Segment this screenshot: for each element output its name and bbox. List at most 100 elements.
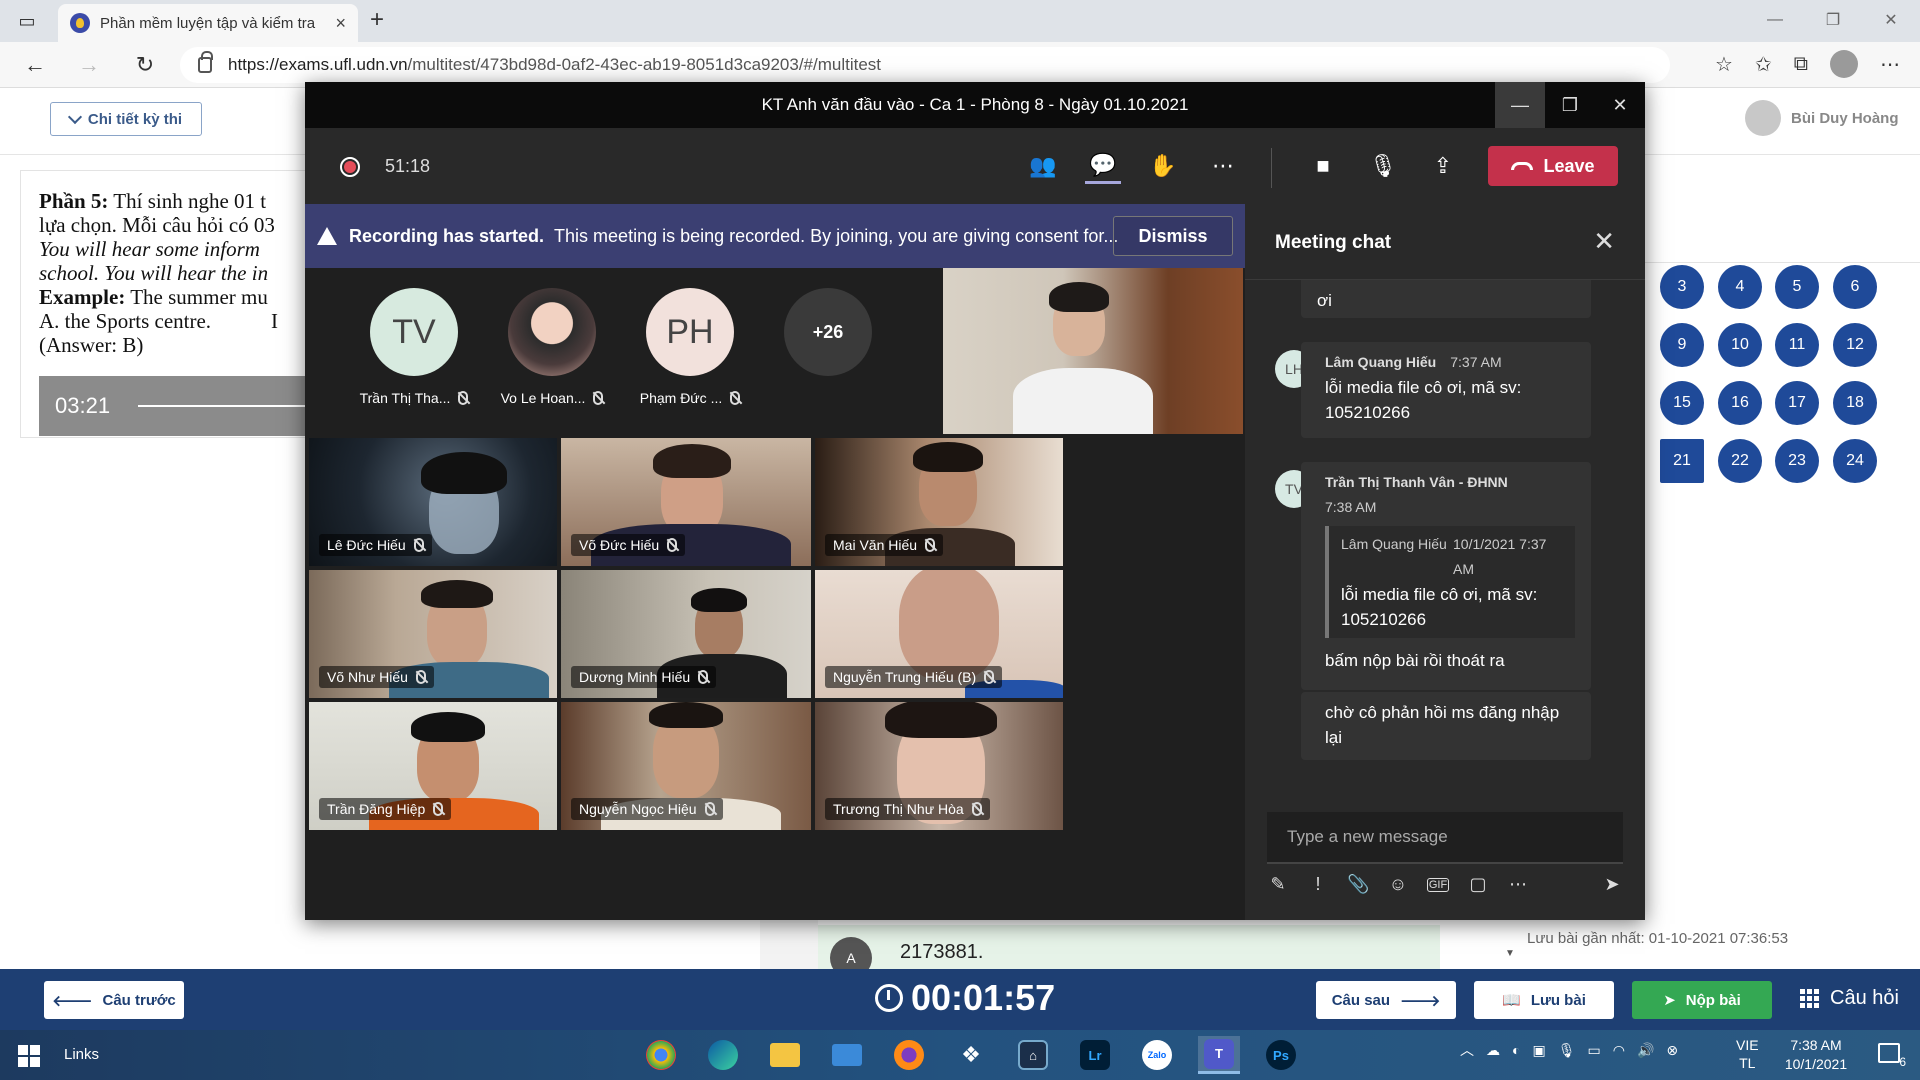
question-number-button[interactable]: 5 (1775, 265, 1819, 309)
close-tab-icon[interactable]: × (335, 13, 346, 34)
more-options-icon[interactable]: ⋯ (1507, 874, 1529, 895)
volume-icon[interactable]: 🔊 (1637, 1042, 1654, 1059)
more-menu-icon[interactable]: ⋯ (1880, 52, 1900, 77)
format-icon[interactable]: ✎ (1267, 874, 1289, 895)
video-tile[interactable]: Trần Đăng Hiệp (309, 702, 557, 830)
video-tile[interactable]: Võ Như Hiếu (309, 570, 557, 698)
send-icon[interactable]: ➤ (1601, 874, 1623, 895)
share-screen-icon[interactable]: ⇪ (1425, 148, 1461, 184)
taskbar-clock[interactable]: 7:38 AM 10/1/2021 (1776, 1036, 1856, 1074)
more-participants[interactable]: +26 (763, 288, 893, 376)
question-number-button[interactable]: 22 (1718, 439, 1762, 483)
favorites-icon[interactable]: ✩ (1755, 52, 1772, 77)
question-number-button[interactable]: 24 (1833, 439, 1877, 483)
chat-icon[interactable]: 💬 (1085, 148, 1121, 184)
video-tile[interactable]: Lê Đức Hiếu (309, 438, 557, 566)
minimize-icon[interactable]: — (1746, 0, 1804, 40)
message-compose-input[interactable]: Type a new message (1267, 812, 1623, 864)
file-explorer-icon[interactable] (764, 1036, 806, 1074)
question-number-button[interactable]: 6 (1833, 265, 1877, 309)
questions-menu-button[interactable]: Câu hỏi (1800, 987, 1899, 1010)
scroll-down-icon[interactable]: ▼ (1505, 948, 1515, 959)
back-icon[interactable]: ← (20, 51, 50, 79)
video-tile-featured[interactable] (943, 268, 1243, 434)
more-actions-icon[interactable]: ⋯ (1205, 148, 1241, 184)
video-tile[interactable]: Mai Văn Hiếu (815, 438, 1063, 566)
video-tile[interactable]: Nguyễn Trung Hiếu (B) (815, 570, 1063, 698)
close-chat-icon[interactable]: ✕ (1593, 226, 1615, 257)
windows-start-icon[interactable] (18, 1045, 40, 1067)
participants-icon[interactable]: 👥 (1025, 148, 1061, 184)
important-icon[interactable]: ! (1307, 874, 1329, 895)
save-button[interactable]: 📖 Lưu bài (1474, 981, 1614, 1019)
raise-hand-icon[interactable]: ✋ (1145, 148, 1181, 184)
maximize-icon[interactable]: ❐ (1804, 0, 1862, 40)
device-icon[interactable]: ▣ (1532, 1042, 1545, 1059)
browser-tab[interactable]: Phần mềm luyện tập và kiểm tra × (58, 4, 358, 42)
prev-question-button[interactable]: 🡐 Câu trước (44, 981, 184, 1019)
camera-icon[interactable]: ■ (1305, 148, 1341, 184)
wifi-icon[interactable]: ◠ (1613, 1042, 1625, 1059)
question-number-button[interactable]: 4 (1718, 265, 1762, 309)
emoji-icon[interactable]: ☺ (1387, 874, 1409, 895)
links-toolbar[interactable]: Links (64, 1046, 99, 1063)
mail-icon[interactable] (826, 1036, 868, 1074)
battery-icon[interactable]: ▭ (1587, 1042, 1600, 1059)
teams-icon[interactable]: T (1198, 1036, 1240, 1074)
video-tile[interactable]: Võ Đức Hiếu (561, 438, 811, 566)
zalo-icon[interactable]: Zalo (1136, 1036, 1178, 1074)
dropbox-icon[interactable]: ❖ (950, 1036, 992, 1074)
question-number-button[interactable]: 9 (1660, 323, 1704, 367)
onedrive-icon[interactable]: ☁ (1486, 1042, 1500, 1059)
chrome-icon[interactable] (640, 1036, 682, 1074)
question-number-button[interactable]: 11 (1775, 323, 1819, 367)
gif-icon[interactable]: GIF (1427, 877, 1449, 892)
meeting-minimize-icon[interactable]: — (1495, 82, 1545, 128)
collections-icon[interactable]: ⧉ (1794, 53, 1808, 76)
meeting-close-icon[interactable]: ✕ (1595, 82, 1645, 128)
audio-progress-track[interactable] (138, 405, 309, 407)
meeting-restore-icon[interactable]: ❐ (1545, 82, 1595, 128)
question-number-button[interactable]: 12 (1833, 323, 1877, 367)
user-chip[interactable]: Bùi Duy Hoàng (1745, 100, 1899, 136)
forward-icon[interactable]: → (74, 51, 104, 79)
participant-avatar[interactable]: TV Trần Thị Tha... (349, 288, 479, 406)
profile-avatar[interactable] (1830, 50, 1858, 78)
leave-button[interactable]: Leave (1488, 146, 1618, 186)
microphone-icon[interactable]: 🎙 (1558, 1042, 1576, 1059)
question-number-button[interactable]: 18 (1833, 381, 1877, 425)
mic-off-icon[interactable]: 🎙 (1365, 148, 1401, 184)
new-tab-icon[interactable]: + (370, 6, 384, 34)
question-number-button[interactable]: 10 (1718, 323, 1762, 367)
question-number-button[interactable]: 15 (1660, 381, 1704, 425)
quoted-message[interactable]: Lâm Quang Hiếu 10/1/2021 7:37 AM lỗi medi… (1325, 526, 1575, 638)
sticker-icon[interactable]: ▢ (1467, 874, 1489, 895)
participant-avatar[interactable]: PH Phạm Đức ... (625, 288, 755, 406)
refresh-icon[interactable]: ↻ (130, 51, 160, 79)
close-circle-icon[interactable]: ⊗ (1666, 1042, 1678, 1059)
attach-icon[interactable]: 📎 (1347, 874, 1369, 895)
question-number-button[interactable]: 17 (1775, 381, 1819, 425)
question-number-button[interactable]: 3 (1660, 265, 1704, 309)
close-window-icon[interactable]: ✕ (1862, 0, 1920, 40)
question-number-button[interactable]: 16 (1718, 381, 1762, 425)
shield-app-icon[interactable]: ⌂ (1012, 1036, 1054, 1074)
tray-expand-icon[interactable]: ︿ (1460, 1040, 1474, 1060)
notification-center-icon[interactable]: 6 (1878, 1043, 1906, 1069)
next-question-button[interactable]: Câu sau 🡒 (1316, 981, 1456, 1019)
favorite-star-icon[interactable]: ☆ (1715, 52, 1733, 77)
photoshop-icon[interactable]: Ps (1260, 1036, 1302, 1074)
edge-icon[interactable] (702, 1036, 744, 1074)
question-number-button[interactable]: 21 (1660, 439, 1704, 483)
exam-detail-button[interactable]: Chi tiết kỳ thi (50, 102, 202, 136)
submit-button[interactable]: ➤ Nộp bài (1632, 981, 1772, 1019)
video-tile[interactable]: Nguyễn Ngọc Hiệu (561, 702, 811, 830)
question-number-button[interactable]: 23 (1775, 439, 1819, 483)
url-bar[interactable]: https://exams.ufl.udn.vn/multitest/473bd… (180, 47, 1670, 83)
app-tray-icon[interactable]: ◐ (1512, 1042, 1520, 1058)
lightroom-icon[interactable]: Lr (1074, 1036, 1116, 1074)
audio-player[interactable]: 03:21 (39, 376, 309, 436)
participant-avatar[interactable]: Vo Le Hoan... (487, 288, 617, 406)
video-tile[interactable]: Trương Thị Như Hòa (815, 702, 1063, 830)
language-indicator[interactable]: VIE TL (1736, 1036, 1759, 1072)
